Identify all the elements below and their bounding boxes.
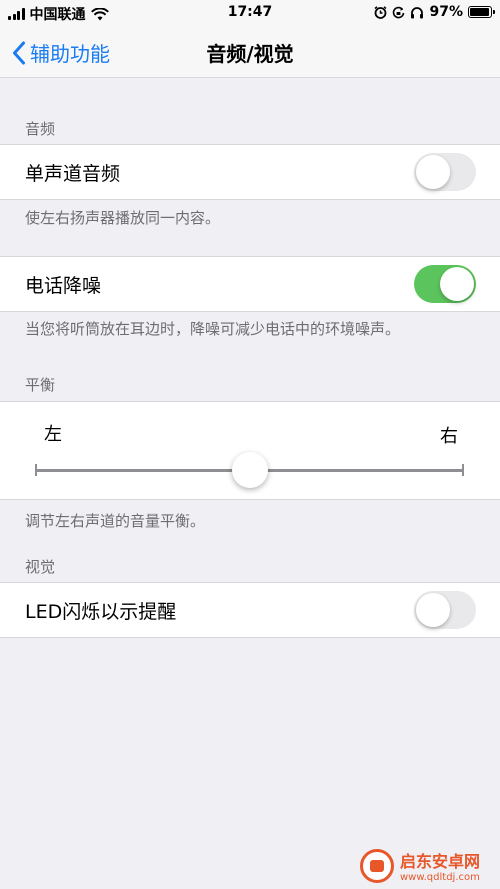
- group-balance: 左 右: [0, 401, 500, 500]
- led-flash-toggle[interactable]: [414, 591, 476, 629]
- group-led-flash: LED闪烁以示提醒: [0, 582, 500, 638]
- status-bar: 中国联通 17:47 97%: [0, 0, 500, 26]
- balance-footer: 调节左右声道的音量平衡。: [25, 512, 206, 530]
- mono-audio-label: 单声道音频: [25, 162, 121, 185]
- navigation-bar: 辅助功能 音频/视觉: [0, 26, 500, 78]
- balance-slider-max-tick: [462, 464, 464, 476]
- mono-audio-footer: 使左右扬声器播放同一内容。: [25, 209, 221, 227]
- page-title: 音频/视觉: [206, 42, 294, 66]
- balance-right-label: 右: [440, 426, 458, 447]
- site-watermark: 启东安卓网 www.qdltdj.com: [360, 842, 500, 889]
- led-flash-label: LED闪烁以示提醒: [25, 600, 177, 623]
- status-right: 97%: [374, 4, 495, 20]
- led-flash-row: LED闪烁以示提醒: [0, 583, 500, 637]
- watermark-logo-icon: [360, 848, 394, 883]
- balance-left-label: 左: [44, 424, 62, 445]
- alarm-icon: [374, 5, 387, 19]
- noise-cancellation-label: 电话降噪: [25, 274, 102, 297]
- watermark-url: www.qdltdj.com: [400, 872, 480, 883]
- lock-rotation-icon: [393, 6, 405, 18]
- balance-slider-thumb[interactable]: [232, 452, 268, 488]
- section-header-balance: 平衡: [25, 376, 56, 394]
- section-header-visual: 视觉: [25, 558, 56, 576]
- headphones-icon: [411, 6, 424, 18]
- group-mono-audio: 单声道音频: [0, 144, 500, 200]
- group-noise-cancellation: 电话降噪: [0, 256, 500, 312]
- noise-cancellation-toggle[interactable]: [414, 265, 476, 303]
- battery-percent: 97%: [429, 4, 463, 20]
- noise-cancellation-footer: 当您将听筒放在耳边时，降噪可减少电话中的环境噪声。: [25, 320, 401, 338]
- section-header-audio: 音频: [25, 120, 56, 138]
- battery-icon: [468, 6, 495, 18]
- mono-audio-row: 单声道音频: [0, 145, 500, 199]
- balance-slider-min-tick: [35, 464, 37, 476]
- mono-audio-toggle[interactable]: [414, 153, 476, 191]
- watermark-name: 启东安卓网: [400, 852, 481, 871]
- noise-cancellation-row: 电话降噪: [0, 257, 500, 311]
